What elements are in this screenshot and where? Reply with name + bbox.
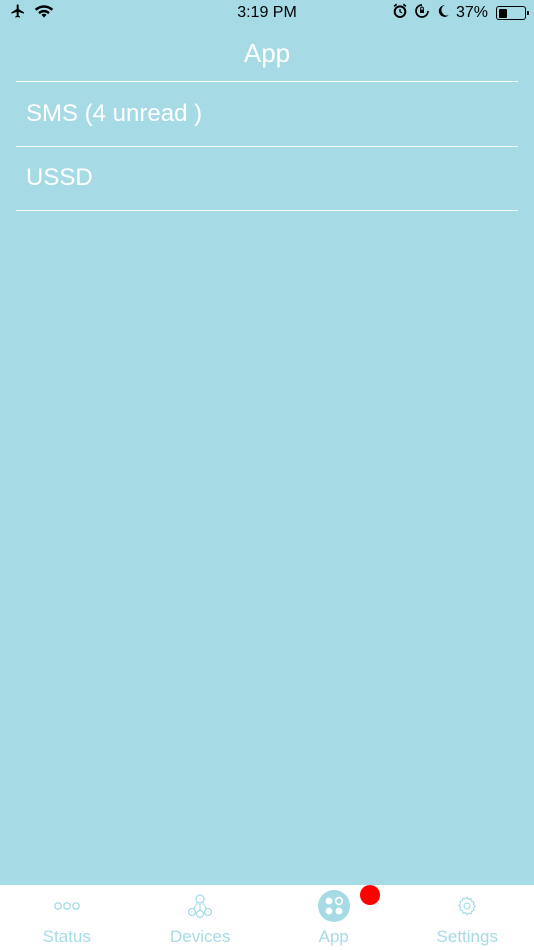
battery-icon	[496, 6, 529, 20]
tab-label: Settings	[436, 927, 498, 946]
tab-status[interactable]: Status	[0, 885, 134, 950]
list-item-sms[interactable]: SMS (4 unread )	[16, 82, 518, 147]
gear-icon	[449, 891, 485, 921]
notification-badge	[360, 885, 380, 905]
tab-label: App	[318, 927, 349, 946]
wifi-icon	[34, 3, 54, 24]
airplane-icon	[10, 3, 26, 24]
tab-devices[interactable]: Devices	[134, 885, 268, 950]
list-item-label: USSD	[26, 164, 93, 192]
moon-icon	[436, 3, 450, 24]
page-title: App	[243, 38, 291, 68]
app-list: SMS (4 unread ) USSD	[16, 82, 518, 211]
tab-app[interactable]: App	[267, 885, 401, 950]
tab-settings[interactable]: Settings	[401, 885, 534, 950]
app-grid-icon	[316, 890, 352, 922]
list-item-label: SMS (4 unread )	[26, 99, 203, 127]
status-bar: 3:19 PM 37%	[0, 0, 534, 26]
tab-label: Devices	[170, 927, 231, 946]
status-right: 37%	[392, 3, 529, 24]
alarm-icon	[392, 3, 408, 24]
dots-icon	[49, 891, 85, 921]
rotation-lock-icon	[414, 3, 430, 24]
list-item-ussd[interactable]: USSD	[16, 147, 518, 211]
battery-percent: 37%	[455, 4, 488, 21]
tab-label: Status	[42, 927, 91, 946]
devices-icon	[182, 891, 218, 921]
status-left	[10, 3, 54, 24]
header: App	[16, 26, 518, 82]
tab-bar: Status Devices App Settings	[0, 885, 534, 950]
battery-fill	[498, 8, 508, 18]
